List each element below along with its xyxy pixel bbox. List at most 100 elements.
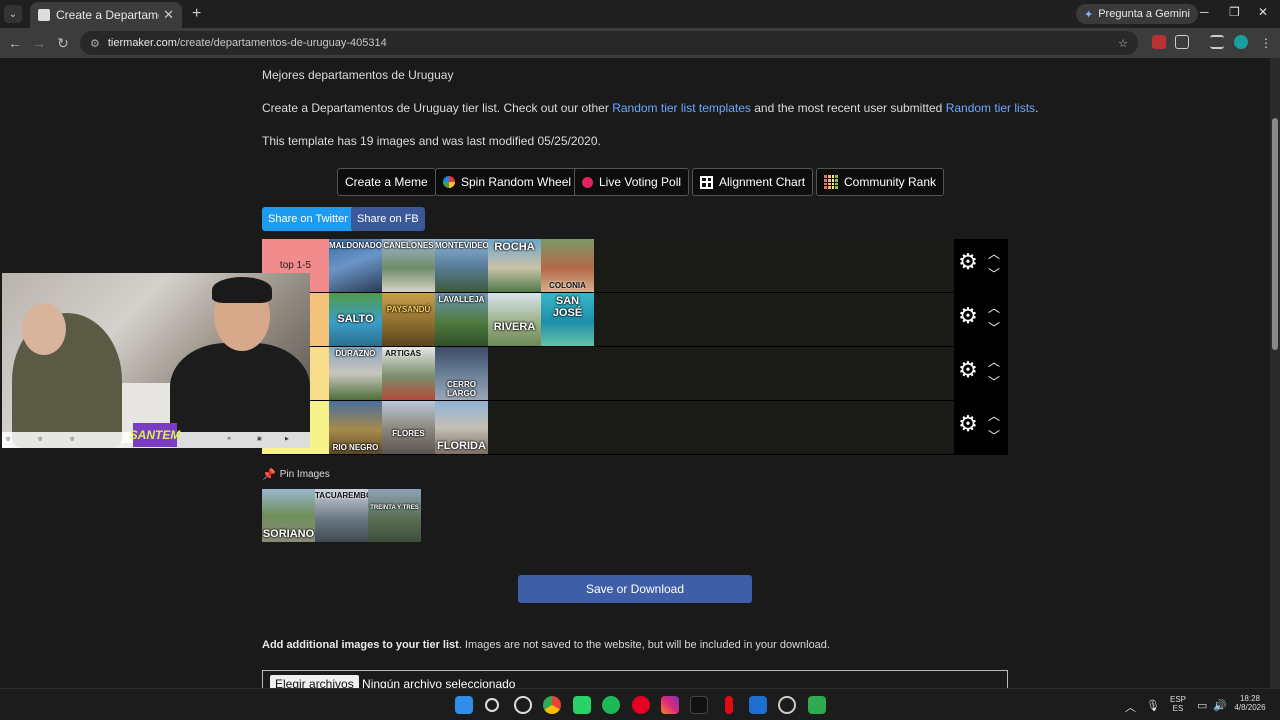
close-window-icon[interactable]: ✕ bbox=[1258, 5, 1268, 19]
forward-icon[interactable]: → bbox=[27, 35, 51, 51]
move-tier-down-icon[interactable]: ﹀ bbox=[988, 376, 1000, 388]
move-tier-up-icon[interactable]: ︿ bbox=[988, 356, 1000, 368]
move-tier-down-icon[interactable]: ﹀ bbox=[988, 430, 1000, 442]
clock-date: 4/8/2026 bbox=[1234, 703, 1266, 712]
media-control-icon[interactable] bbox=[1210, 35, 1224, 49]
community-rank-button[interactable]: Community Rank bbox=[816, 168, 945, 196]
tier-image-canelones[interactable]: CANELONES bbox=[382, 239, 435, 292]
tier-items[interactable]: SALTO PAYSANDÚ LAVALLEJA RIVERA SAN JOSÉ bbox=[329, 293, 954, 346]
pool-image-soriano[interactable]: SORIANO bbox=[262, 489, 315, 542]
image-caption: FLORIDA bbox=[437, 440, 486, 452]
move-tier-up-icon[interactable]: ︿ bbox=[988, 248, 1000, 260]
move-tier-up-icon[interactable]: ︿ bbox=[988, 410, 1000, 422]
random-templates-link[interactable]: Random tier list templates bbox=[612, 101, 751, 115]
app-store-icon[interactable] bbox=[749, 696, 767, 714]
unranked-image-pool[interactable]: SORIANO TACUAREMBÓ TREINTA Y TRES bbox=[262, 489, 421, 542]
tier-image-rio-negro[interactable]: RIO NEGRO bbox=[329, 401, 382, 454]
file-upload-input[interactable]: Elegir archivos Ningún archivo seleccion… bbox=[262, 670, 1008, 688]
tier-image-montevideo[interactable]: MONTEVIDEO bbox=[435, 239, 488, 292]
tier-image-florida[interactable]: FLORIDA bbox=[435, 401, 488, 454]
whatsapp-icon[interactable] bbox=[573, 696, 591, 714]
input-language[interactable]: ESP ES bbox=[1168, 695, 1188, 713]
microphone-icon[interactable]: 🎙 bbox=[1146, 699, 1160, 712]
tier-image-paysandu[interactable]: PAYSANDÚ bbox=[382, 293, 435, 346]
browser-tab[interactable]: Create a Departamentos de Ur ✕ bbox=[30, 2, 182, 28]
new-tab-icon[interactable]: + bbox=[192, 5, 201, 23]
tier-image-salto[interactable]: SALTO bbox=[329, 293, 382, 346]
clock[interactable]: 18:28 4/8/2026 bbox=[1228, 694, 1272, 712]
choose-files-button[interactable]: Elegir archivos bbox=[270, 675, 359, 688]
move-tier-up-icon[interactable]: ︿ bbox=[988, 302, 1000, 314]
pin-images-label: Pin Images bbox=[279, 469, 330, 480]
browser-menu-icon[interactable]: ⋮ bbox=[1260, 36, 1272, 50]
tier-image-durazno[interactable]: DURAZNO bbox=[329, 347, 382, 400]
netflix-icon[interactable] bbox=[725, 696, 733, 714]
steam-icon[interactable] bbox=[778, 696, 796, 714]
reload-icon[interactable]: ↻ bbox=[51, 35, 75, 52]
pool-image-tacuarembo[interactable]: TACUAREMBÓ bbox=[315, 489, 368, 542]
tier-image-lavalleja[interactable]: LAVALLEJA bbox=[435, 293, 488, 346]
add-images-text: Add additional images to your tier list.… bbox=[262, 639, 830, 651]
webcam-overlay bbox=[2, 273, 310, 448]
start-windows-icon[interactable] bbox=[455, 696, 473, 714]
gemini-button[interactable]: ✦ Pregunta a Gemini bbox=[1076, 4, 1198, 24]
gemini-label: Pregunta a Gemini bbox=[1098, 8, 1190, 20]
tray-chevron-icon[interactable]: ︿ bbox=[1125, 699, 1136, 715]
spreadsheet-app-icon[interactable] bbox=[808, 696, 826, 714]
chrome-icon[interactable] bbox=[543, 696, 561, 714]
pin-images-toggle[interactable]: 📌 Pin Images bbox=[262, 468, 330, 481]
move-tier-down-icon[interactable]: ﹀ bbox=[988, 268, 1000, 280]
share-twitter-button[interactable]: Share on Twitter bbox=[262, 207, 354, 231]
bookmark-star-icon[interactable]: ☆ bbox=[1118, 37, 1128, 50]
tab-search-icon[interactable]: ⌄ bbox=[4, 5, 22, 23]
tiktok-icon[interactable] bbox=[690, 696, 708, 714]
tier-settings-gear-icon[interactable]: ⚙ bbox=[958, 359, 978, 381]
url-field[interactable]: ⚙ tiermaker.com /create/departamentos-de… bbox=[80, 31, 1138, 55]
tier-settings-gear-icon[interactable]: ⚙ bbox=[958, 413, 978, 435]
tier-image-san-jose[interactable]: SAN JOSÉ bbox=[541, 293, 594, 346]
image-caption: PAYSANDÚ bbox=[386, 305, 431, 314]
file-status: Ningún archivo seleccionado bbox=[362, 677, 516, 688]
tier-image-artigas[interactable]: ARTIGAS bbox=[382, 347, 435, 400]
search-icon[interactable] bbox=[485, 698, 499, 712]
random-tier-lists-link[interactable]: Random tier lists bbox=[946, 101, 1035, 115]
spotify-icon[interactable] bbox=[602, 696, 620, 714]
intro-middle: and the most recent user submitted bbox=[750, 101, 946, 115]
spin-wheel-button[interactable]: Spin Random Wheel bbox=[435, 168, 580, 196]
alignment-chart-button[interactable]: Alignment Chart bbox=[692, 168, 814, 196]
tier-items[interactable]: DURAZNO ARTIGAS CERRO LARGO bbox=[329, 347, 954, 400]
chatgpt-icon[interactable] bbox=[514, 696, 532, 714]
close-tab-icon[interactable]: ✕ bbox=[163, 7, 174, 23]
profile-avatar[interactable] bbox=[1234, 35, 1248, 49]
share-facebook-button[interactable]: Share on FB bbox=[351, 207, 425, 231]
tier-image-flores[interactable]: FLORES bbox=[382, 401, 435, 454]
pool-image-treinta-y-tres[interactable]: TREINTA Y TRES bbox=[368, 489, 421, 542]
tier-image-colonia[interactable]: COLONIA bbox=[541, 239, 594, 292]
volume-icon[interactable]: 🔊 bbox=[1213, 699, 1227, 712]
tier-image-rivera[interactable]: RIVERA bbox=[488, 293, 541, 346]
tier-settings-gear-icon[interactable]: ⚙ bbox=[958, 305, 978, 327]
tier-image-rocha[interactable]: ROCHA bbox=[488, 239, 541, 292]
extensions-puzzle-icon[interactable] bbox=[1175, 35, 1189, 49]
save-or-download-button[interactable]: Save or Download bbox=[518, 575, 752, 603]
tier-settings-gear-icon[interactable]: ⚙ bbox=[958, 251, 978, 273]
instagram-icon[interactable] bbox=[661, 696, 679, 714]
move-tier-down-icon[interactable]: ﹀ bbox=[988, 322, 1000, 334]
live-poll-button[interactable]: Live Voting Poll bbox=[574, 168, 690, 196]
image-caption: RIVERA bbox=[493, 321, 536, 333]
tier-items[interactable]: RIO NEGRO FLORES FLORIDA bbox=[329, 401, 954, 454]
scrollbar-thumb[interactable] bbox=[1272, 118, 1278, 350]
page-scrollbar[interactable] bbox=[1270, 58, 1280, 688]
extension-icon[interactable] bbox=[1152, 35, 1166, 49]
site-info-icon[interactable]: ⚙ bbox=[90, 37, 100, 50]
back-icon[interactable]: ← bbox=[3, 35, 27, 51]
tier-image-cerro-largo[interactable]: CERRO LARGO bbox=[435, 347, 488, 400]
tier-items[interactable]: MALDONADO CANELONES MONTEVIDEO ROCHA COL… bbox=[329, 239, 954, 292]
restore-icon[interactable]: ❐ bbox=[1229, 5, 1240, 19]
image-caption: COLONIA bbox=[549, 281, 586, 290]
tier-image-maldonado[interactable]: MALDONADO bbox=[329, 239, 382, 292]
create-meme-button[interactable]: Create a Meme bbox=[337, 168, 436, 196]
network-icon[interactable]: ▭ bbox=[1197, 699, 1207, 712]
minimize-icon[interactable]: ─ bbox=[1200, 5, 1209, 19]
pinterest-icon[interactable] bbox=[632, 696, 650, 714]
